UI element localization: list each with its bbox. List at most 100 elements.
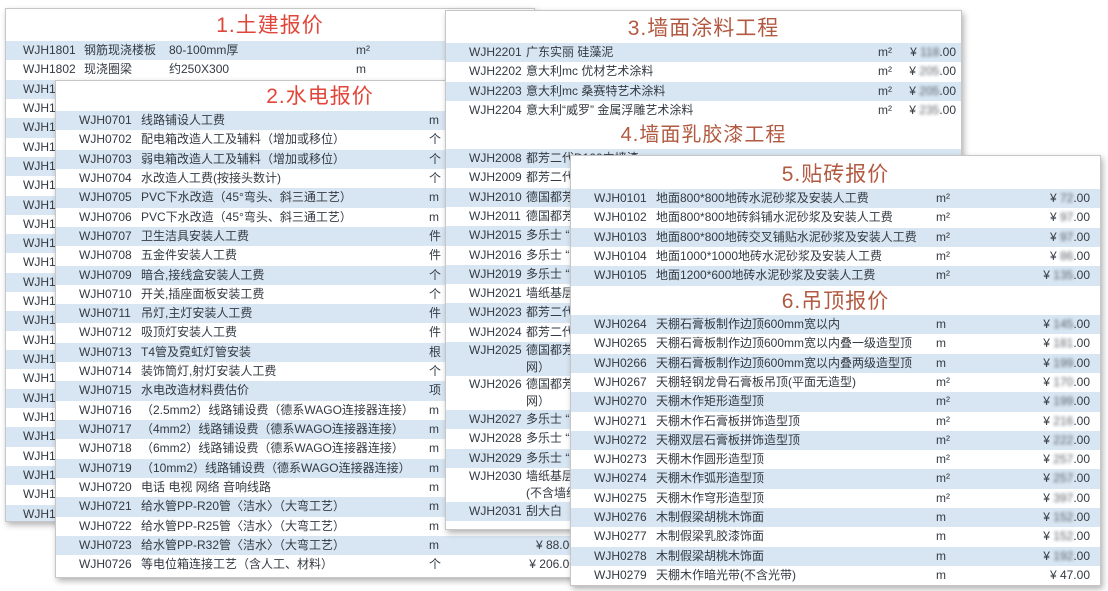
item-unit: m xyxy=(936,334,946,353)
table-row-WJH0267[interactable]: WJH0267天棚轻钢龙骨石膏板吊顶(平面无造型)m²¥ 170.00 xyxy=(571,373,1100,392)
item-code: WJH2016 xyxy=(469,246,522,265)
item-description: 地面1200*600地砖水泥砂浆及安装人工费 xyxy=(656,266,875,285)
item-unit: m² xyxy=(356,41,370,60)
item-price: ¥ 205.00 xyxy=(909,82,956,101)
table-row-WJH2203[interactable]: WJH2203意大利mc 桑赛特艺术涂料m²¥ 205.00 xyxy=(446,82,961,101)
table-row-WJH0271[interactable]: WJH0271天棚木作石膏板拼饰造型顶m²¥ 216.00 xyxy=(571,412,1100,431)
item-code: WJH1 xyxy=(23,234,56,253)
table-row-WJH0273[interactable]: WJH0273天棚木作圆形造型顶m²¥ 257.00 xyxy=(571,450,1100,469)
item-unit: 件 xyxy=(429,304,441,323)
item-description: 给水管PP-R25管〈洁水〉（大弯工艺） xyxy=(141,517,345,536)
item-unit: 个 xyxy=(429,266,441,285)
item-unit: 根 xyxy=(429,343,441,362)
table-row-WJH0266[interactable]: WJH0266天棚石膏板制作边顶600mm宽以内叠两级造型顶m¥ 199.00 xyxy=(571,354,1100,373)
table-row-WJH0265[interactable]: WJH0265天棚石膏板制作边顶600mm宽以内叠一级造型顶m¥ 181.00 xyxy=(571,334,1100,353)
table-row-WJH2201[interactable]: WJH2201广东实丽 硅藻泥m²¥ 118.00 xyxy=(446,43,961,62)
table-row-WJH0275[interactable]: WJH0275天棚木作穹形造型顶m²¥ 397.00 xyxy=(571,489,1100,508)
item-code: WJH1 xyxy=(23,99,56,118)
table-row-WJH0723[interactable]: WJH0723给水管PP-R32管〈洁水〉（大弯工艺）m¥ 88.00 xyxy=(56,536,584,555)
item-description: 意大利mc 桑赛特艺术涂料 xyxy=(526,82,665,101)
item-code: WJH0270 xyxy=(594,392,647,411)
item-description: 天棚石膏板制作边顶600mm宽以内叠两级造型顶 xyxy=(656,354,912,373)
item-code: WJH0264 xyxy=(594,315,647,334)
item-code: WJH1 xyxy=(23,331,56,350)
table-row-WJH0726[interactable]: WJH0726等电位箱连接工艺（含人工、材料）个¥ 206.00 xyxy=(56,555,584,574)
item-code: WJH2024 xyxy=(469,323,522,342)
table-row-WJH0274[interactable]: WJH0274天棚木作弧形造型顶m²¥ 257.00 xyxy=(571,469,1100,488)
item-price: ¥ 206.00 xyxy=(529,555,576,574)
item-unit: 件 xyxy=(429,246,441,265)
item-code: WJH0704 xyxy=(79,169,132,188)
item-unit: m² xyxy=(936,373,950,392)
item-unit: m² xyxy=(878,43,892,62)
item-code: WJH2019 xyxy=(469,265,522,284)
item-code: WJH1801 xyxy=(23,41,76,60)
table-row-WJH0270[interactable]: WJH0270天棚木作矩形造型顶m²¥ 199.00 xyxy=(571,392,1100,411)
table-row-WJH0272[interactable]: WJH0272天棚双层石膏板拼饰造型顶m²¥ 222.00 xyxy=(571,431,1100,450)
item-description: 吊灯,主灯安装人工费 xyxy=(141,304,252,323)
item-unit: 个 xyxy=(429,130,441,149)
item-description: 德国都芳 xyxy=(526,188,574,207)
item-description: 给水管PP-R32管〈洁水〉（大弯工艺） xyxy=(141,536,345,555)
item-code: WJH1 xyxy=(23,157,56,176)
item-description: 天棚木作圆形造型顶 xyxy=(656,450,764,469)
item-description: （2.5mm2）线路铺设费（德系WAGO连接器连接） xyxy=(141,401,414,420)
item-unit: m² xyxy=(936,431,950,450)
item-description: 天棚石膏板制作边顶600mm宽以内叠一级造型顶 xyxy=(656,334,912,353)
table-row-WJH2204[interactable]: WJH2204意大利“威罗” 金属浮雕艺术涂料m²¥ 235.00 xyxy=(446,101,961,120)
item-code: WJH1 xyxy=(23,253,56,272)
item-code: WJH0278 xyxy=(594,547,647,566)
item-description: 德国都芳网） xyxy=(526,342,574,376)
item-unit: 件 xyxy=(429,323,441,342)
table-row-WJH0278[interactable]: WJH0278木制假梁胡桃木饰面m¥ 192.00 xyxy=(571,547,1100,566)
item-unit: m xyxy=(936,508,946,527)
item-unit: m² xyxy=(936,392,950,411)
table-row-WJH0279[interactable]: WJH0279天棚木作暗光带(不含光带)m¥ 47.00 xyxy=(571,566,1100,585)
item-code: WJH0104 xyxy=(594,247,647,266)
table-row-WJH0276[interactable]: WJH0276木制假梁胡桃木饰面m¥ 152.00 xyxy=(571,508,1100,527)
item-unit: m² xyxy=(936,412,950,431)
item-code: WJH0713 xyxy=(79,343,132,362)
item-unit: m² xyxy=(936,247,950,266)
table-row-WJH0101[interactable]: WJH0101地面800*800地砖水泥砂浆及安装人工费m²¥ 72.00 xyxy=(571,189,1100,208)
item-description: 木制假梁胡桃木饰面 xyxy=(656,547,764,566)
item-code: WJH0105 xyxy=(594,266,647,285)
section-title-paint: 3.墙面涂料工程 xyxy=(446,11,961,43)
item-price: ¥ 72.00 xyxy=(1050,189,1090,208)
item-code: WJH0702 xyxy=(79,130,132,149)
item-price: ¥ 181.00 xyxy=(1043,334,1090,353)
item-code: WJH0710 xyxy=(79,285,132,304)
item-description: 意大利mc 优材艺术涂料 xyxy=(526,62,653,81)
table-row-WJH2202[interactable]: WJH2202意大利mc 优材艺术涂料m²¥ 205.00 xyxy=(446,62,961,81)
item-code: WJH2203 xyxy=(469,82,522,101)
item-code: WJH0723 xyxy=(79,536,132,555)
panel-tile-ceiling-quote: 5.贴砖报价WJH0101地面800*800地砖水泥砂浆及安装人工费m²¥ 72… xyxy=(570,155,1101,586)
table-row-WJH0264[interactable]: WJH0264天棚石膏板制作边顶600mm宽以内m¥ 145.00 xyxy=(571,315,1100,334)
item-code: WJH1 xyxy=(23,505,56,523)
table-row-WJH0103[interactable]: WJH0103地面800*800地砖交叉铺贴水泥砂浆及安装人工费m²¥ 97.0… xyxy=(571,228,1100,247)
item-code: WJH2027 xyxy=(469,410,522,429)
item-code: WJH2204 xyxy=(469,101,522,120)
table-row-WJH0102[interactable]: WJH0102地面800*800地砖斜铺水泥砂浆及安装人工费m²¥ 97.00 xyxy=(571,208,1100,227)
item-description: 天棚木作矩形造型顶 xyxy=(656,392,764,411)
item-price: ¥ 235.00 xyxy=(909,101,956,120)
table-row-WJH0105[interactable]: WJH0105地面1200*600地砖水泥砂浆及安装人工费m²¥ 135.00 xyxy=(571,266,1100,285)
item-description: 钢筋现浇楼板 xyxy=(84,41,156,60)
item-unit: m² xyxy=(936,489,950,508)
item-code: WJH0275 xyxy=(594,489,647,508)
item-code: WJH0721 xyxy=(79,497,132,516)
item-unit: m² xyxy=(936,189,950,208)
item-price: ¥ 47.00 xyxy=(1050,566,1090,585)
item-code: WJH0705 xyxy=(79,188,132,207)
item-unit: 件 xyxy=(429,227,441,246)
item-description: 地面800*800地砖斜铺水泥砂浆及安装人工费 xyxy=(656,208,893,227)
item-price: ¥ 222.00 xyxy=(1043,431,1090,450)
table-row-WJH0277[interactable]: WJH0277木制假梁乳胶漆饰面m¥ 152.00 xyxy=(571,527,1100,546)
item-code: WJH0718 xyxy=(79,439,132,458)
item-code: WJH0720 xyxy=(79,478,132,497)
item-description: 木制假梁胡桃木饰面 xyxy=(656,508,764,527)
table-row-WJH0104[interactable]: WJH0104地面1000*1000地砖水泥砂浆及安装人工费m²¥ 86.00 xyxy=(571,247,1100,266)
item-code: WJH1 xyxy=(23,389,56,408)
item-unit: 个 xyxy=(429,150,441,169)
item-code: WJH0711 xyxy=(79,304,131,323)
